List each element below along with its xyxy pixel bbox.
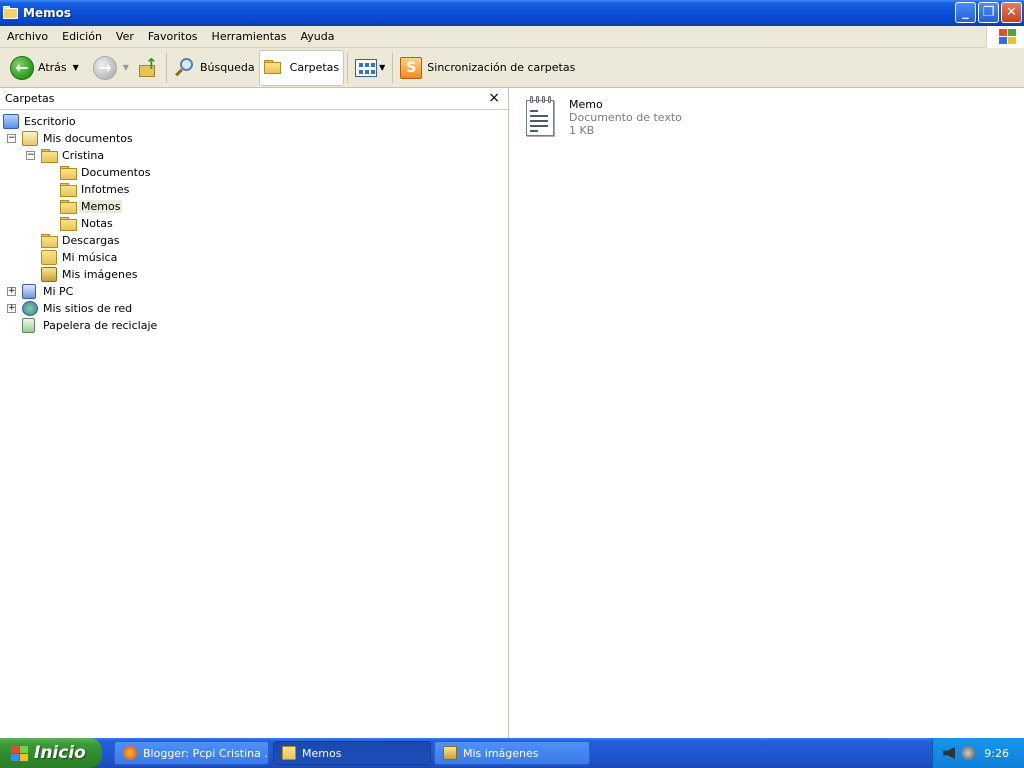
menu-ver[interactable]: Ver <box>109 26 141 48</box>
views-icon <box>355 58 378 77</box>
start-label: Inicio <box>34 743 86 763</box>
tree-item-mi-musica[interactable]: Mi música <box>41 249 119 266</box>
collapse-cristina-icon[interactable]: − <box>26 151 35 160</box>
system-tray: 9:26 <box>932 738 1024 768</box>
back-label: Atrás <box>38 61 67 74</box>
tree-item-descargas[interactable]: Descargas <box>41 232 122 249</box>
expand-mi-pc-icon[interactable]: + <box>7 287 16 296</box>
start-button[interactable]: Inicio <box>0 738 102 768</box>
menu-bar: Archivo Edición Ver Favoritos Herramient… <box>0 26 1024 48</box>
tree-item-mis-sitios-de-red[interactable]: Mis sitios de red <box>22 300 134 317</box>
firefox-icon <box>123 746 137 760</box>
title-bar[interactable]: Memos _ ❐ ✕ <box>0 0 1024 26</box>
volume-icon[interactable] <box>943 747 955 759</box>
folder-icon <box>60 183 77 197</box>
tree-item-mi-pc[interactable]: Mi PC <box>22 283 75 300</box>
file-size: 1 KB <box>569 124 595 137</box>
views-dropdown-icon: ▼ <box>379 63 386 72</box>
menu-edicion[interactable]: Edición <box>55 26 109 48</box>
back-arrow-icon: ← <box>10 55 34 80</box>
file-name: Memo <box>569 98 603 111</box>
clock[interactable]: 9:26 <box>984 747 1009 760</box>
folder-icon <box>60 217 77 231</box>
toolbar-separator <box>165 52 167 83</box>
text-document-icon <box>524 95 556 137</box>
my-pictures-icon <box>443 746 457 760</box>
tree-item-escritorio[interactable]: Escritorio <box>3 113 78 130</box>
up-folder-button[interactable]: ↑ <box>133 50 163 86</box>
search-button[interactable]: Búsqueda <box>170 50 259 86</box>
folder-icon <box>60 166 77 180</box>
tree-item-memos[interactable]: Memos <box>60 198 123 215</box>
network-places-icon <box>22 301 38 316</box>
expand-mis-sitios-de-red-icon[interactable]: + <box>7 304 16 313</box>
folder-icon <box>282 746 296 760</box>
folders-button[interactable]: Carpetas <box>258 49 345 86</box>
search-label: Búsqueda <box>199 61 255 74</box>
taskbar-item-memos[interactable]: Memos <box>273 741 431 765</box>
close-button[interactable]: ✕ <box>1001 2 1022 23</box>
tree-item-infotmes[interactable]: Infotmes <box>60 181 131 198</box>
minimize-icon: _ <box>962 5 969 20</box>
my-documents-icon <box>22 131 38 146</box>
toolbar-separator <box>392 52 394 83</box>
taskbar: Inicio Blogger: Pcpi Cristina ... Memos … <box>0 738 1024 768</box>
close-pane-icon[interactable]: × <box>488 90 500 106</box>
menu-archivo[interactable]: Archivo <box>0 26 55 48</box>
up-folder-icon: ↑ <box>137 56 159 79</box>
network-status-icon[interactable] <box>961 746 975 760</box>
forward-button[interactable]: → ▼ <box>89 50 133 86</box>
restore-button[interactable]: ❐ <box>978 2 999 23</box>
search-icon <box>174 57 196 79</box>
windows-logo-icon <box>10 745 28 761</box>
back-dropdown-icon[interactable]: ▼ <box>73 63 79 72</box>
forward-dropdown-icon[interactable]: ▼ <box>123 63 129 72</box>
menu-ayuda[interactable]: Ayuda <box>293 26 341 48</box>
views-button[interactable]: ▼ <box>351 50 389 86</box>
folders-pane: Carpetas × Escritorio − Mis documentos −… <box>0 88 509 738</box>
windows-logo-icon <box>986 26 1024 48</box>
tree-item-mis-documentos[interactable]: Mis documentos <box>22 130 135 147</box>
back-button[interactable]: ← Atrás ▼ <box>6 50 83 86</box>
tree-item-notas[interactable]: Notas <box>60 215 115 232</box>
my-computer-icon <box>22 284 36 299</box>
sync-folders-label: Sincronización de carpetas <box>427 61 576 74</box>
taskbar-item-mis-imagenes[interactable]: Mis imágenes <box>434 741 590 765</box>
folder-window-icon <box>3 6 19 20</box>
sync-folders-icon: S <box>400 56 423 79</box>
tree-item-mis-imagenes[interactable]: Mis imágenes <box>41 266 140 283</box>
file-type: Documento de texto <box>569 111 682 124</box>
file-list-pane: Memo Documento de texto 1 KB <box>512 88 1024 738</box>
desktop-icon <box>3 114 19 129</box>
menu-favoritos[interactable]: Favoritos <box>141 26 205 48</box>
folders-pane-header: Carpetas × <box>0 88 508 110</box>
recycle-bin-icon <box>22 318 35 333</box>
taskbar-item-blogger[interactable]: Blogger: Pcpi Cristina ... <box>114 741 269 765</box>
tree-item-papelera-de-reciclaje[interactable]: Papelera de reciclaje <box>22 317 159 334</box>
minimize-button[interactable]: _ <box>955 2 976 23</box>
toolbar-separator <box>347 52 349 83</box>
restore-icon: ❐ <box>982 5 995 20</box>
forward-arrow-icon: → <box>92 55 117 80</box>
tree-item-documentos[interactable]: Documentos <box>60 164 152 181</box>
open-folder-icon <box>60 200 77 214</box>
menu-herramientas[interactable]: Herramientas <box>205 26 294 48</box>
my-music-icon <box>41 250 57 265</box>
folders-pane-title: Carpetas <box>5 92 55 105</box>
my-pictures-icon <box>41 267 57 282</box>
folders-label: Carpetas <box>289 61 340 74</box>
sync-folders-button[interactable]: S Sincronización de carpetas <box>396 50 579 86</box>
toolbar: ← Atrás ▼ → ▼ ↑ Búsqueda Carpetas ▼ S Si… <box>0 48 1024 88</box>
tree-item-cristina[interactable]: Cristina <box>41 147 106 164</box>
window-title: Memos <box>23 6 71 20</box>
folder-icon <box>41 234 58 248</box>
close-icon: ✕ <box>1006 5 1017 20</box>
folders-icon <box>263 59 284 76</box>
file-item-memo[interactable]: Memo Documento de texto 1 KB <box>524 95 682 137</box>
folder-icon <box>41 149 58 163</box>
collapse-mis-documentos-icon[interactable]: − <box>7 134 16 143</box>
